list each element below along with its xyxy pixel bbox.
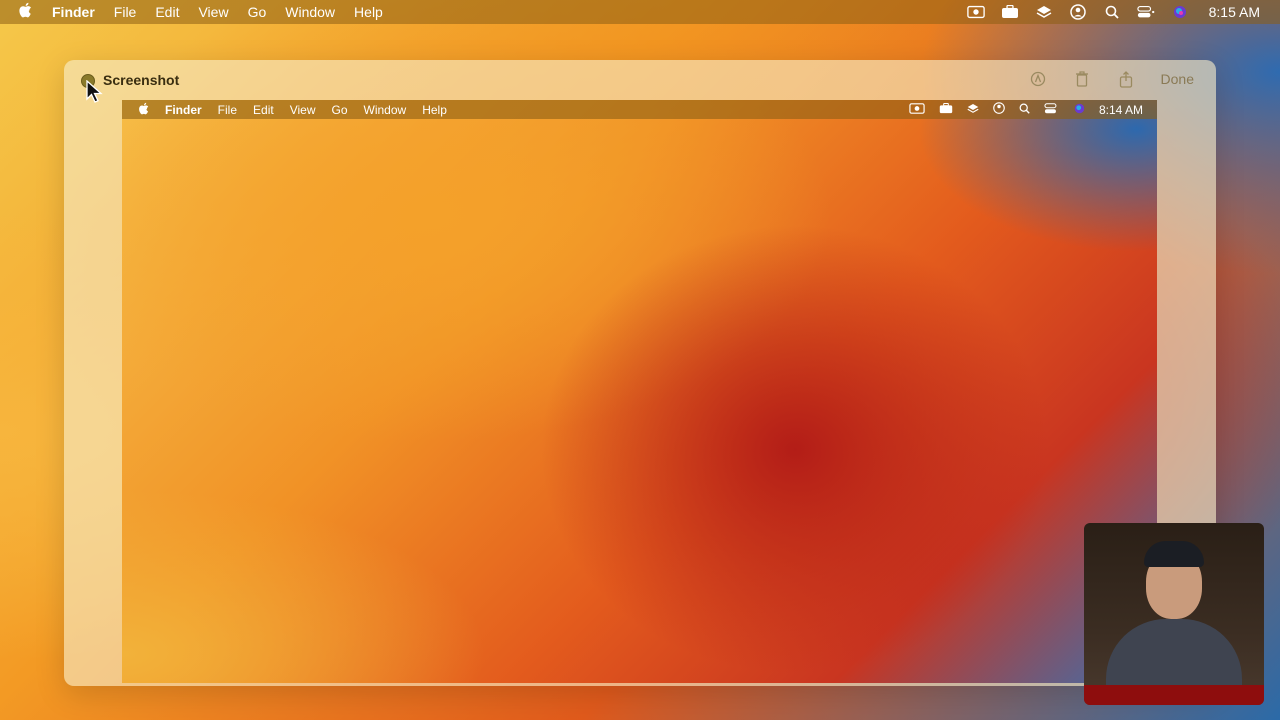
webcam-overlay	[1084, 523, 1264, 705]
menu-file[interactable]: File	[114, 4, 137, 20]
screenshot-menu-bar: Finder File Edit View Go Window Help 8:1…	[122, 100, 1157, 119]
screenshot-toolbox-icon	[939, 102, 953, 117]
window-titlebar[interactable]: Screenshot Done	[64, 60, 1216, 100]
screenshot-menu-edit: Edit	[253, 102, 274, 117]
screenshot-window: Screenshot Done Finder File Edit View Go	[64, 60, 1216, 686]
screen-record-icon[interactable]	[966, 5, 985, 19]
done-button[interactable]: Done	[1161, 71, 1194, 87]
menu-view[interactable]: View	[198, 4, 228, 20]
menu-bar: Finder File Edit View Go Window Help 8:1…	[0, 0, 1280, 24]
screenshot-layers-icon	[967, 103, 979, 117]
screenshot-apple-icon	[138, 102, 149, 118]
toolbox-icon[interactable]	[1001, 5, 1019, 19]
screenshot-search-icon	[1019, 103, 1030, 117]
screenshot-menu-window: Window	[363, 102, 407, 117]
screenshot-status-area: 8:14 AM	[909, 100, 1143, 119]
mouse-cursor-icon	[86, 80, 103, 103]
menu-edit[interactable]: Edit	[155, 4, 179, 20]
search-icon[interactable]	[1103, 5, 1121, 19]
menu-clock[interactable]: 8:15 AM	[1209, 4, 1260, 20]
screenshot-menu-finder: Finder	[165, 102, 202, 117]
presenter-body	[1106, 619, 1242, 689]
window-toolbar: Done	[1029, 70, 1194, 88]
presenter-cap	[1144, 541, 1204, 567]
status-area: 8:15 AM	[966, 0, 1260, 24]
screenshot-control-center-icon	[1044, 102, 1060, 117]
markup-icon[interactable]	[1029, 70, 1047, 88]
screenshot-menu-file: File	[217, 102, 238, 117]
apple-menu-icon[interactable]	[18, 2, 34, 22]
screenshot-menu-view: View	[289, 102, 316, 117]
menu-go[interactable]: Go	[248, 4, 267, 20]
screenshot-image: Finder File Edit View Go Window Help 8:1…	[122, 100, 1157, 683]
share-icon[interactable]	[1117, 70, 1135, 88]
screenshot-clock: 8:14 AM	[1098, 102, 1143, 117]
user-icon[interactable]	[1069, 4, 1087, 20]
window-title: Screenshot	[103, 72, 180, 88]
menu-window[interactable]: Window	[285, 4, 335, 20]
screenshot-menu-go: Go	[331, 102, 348, 117]
trash-icon[interactable]	[1073, 70, 1091, 88]
screenshot-siri-icon	[1074, 103, 1085, 117]
menu-finder[interactable]: Finder	[52, 4, 95, 20]
layers-icon[interactable]	[1035, 5, 1053, 19]
webcam-bottom-strip	[1084, 685, 1264, 705]
siri-icon[interactable]	[1171, 5, 1189, 19]
screenshot-screen-record-icon	[909, 102, 925, 117]
screenshot-menu-help: Help	[422, 102, 447, 117]
screenshot-user-icon	[993, 102, 1005, 117]
menu-help[interactable]: Help	[354, 4, 383, 20]
control-center-icon[interactable]	[1136, 5, 1155, 19]
